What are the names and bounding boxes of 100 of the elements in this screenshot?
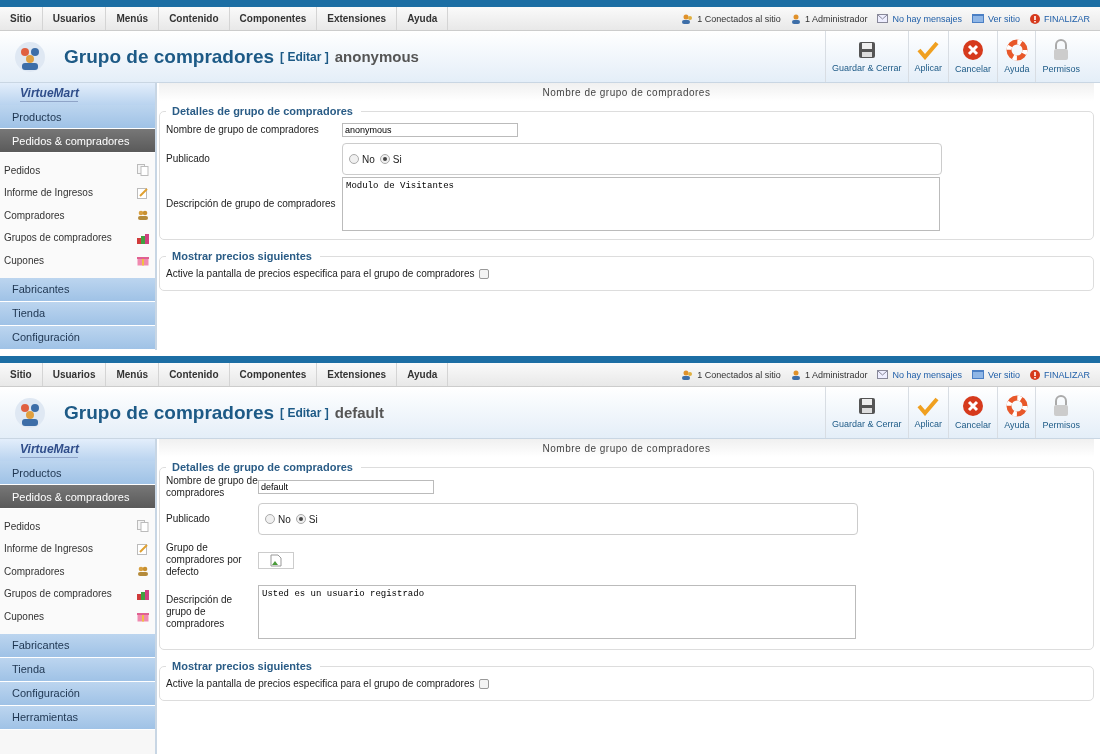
section-title: Mostrar precios siguientes <box>171 250 313 262</box>
toolbar-button[interactable]: Permisos <box>1035 31 1086 82</box>
toolbar-button[interactable]: Aplicar <box>907 387 949 438</box>
toolbar-button[interactable]: Cancelar <box>948 31 998 82</box>
menu-item[interactable]: Sitio <box>0 7 43 30</box>
sidebar-item[interactable]: Fabricantes <box>0 277 155 302</box>
sidebar-item[interactable]: Pedidos & compradores <box>0 485 155 509</box>
record-name: anonymous <box>334 48 419 65</box>
sidebar-item[interactable]: Productos <box>0 461 155 485</box>
sidebar-link[interactable]: Grupos de compradores <box>0 226 155 249</box>
menu-item[interactable]: Usuarios <box>42 7 107 30</box>
sidebar-item[interactable]: Fabricantes <box>0 633 155 658</box>
lifebuoy-icon <box>1005 395 1028 417</box>
menu-item[interactable]: Sitio <box>0 363 43 386</box>
sidebar-link[interactable]: Compradores <box>0 560 155 583</box>
cancel-icon <box>962 39 985 61</box>
sidebar-link[interactable]: Grupos de compradores <box>0 582 155 605</box>
toolbar-button[interactable]: Ayuda <box>997 31 1036 82</box>
menu-item[interactable]: Menús <box>106 363 160 386</box>
status-link[interactable]: No hay mensajes <box>877 13 962 24</box>
pages-icon <box>137 520 149 533</box>
status-link[interactable]: 1 Administrador <box>790 369 868 380</box>
alert-icon <box>1030 369 1040 380</box>
sidebar-link[interactable]: Pedidos <box>0 515 155 538</box>
status-link[interactable]: Ver sitio <box>971 13 1020 24</box>
toolbar-button[interactable]: Ayuda <box>997 387 1036 438</box>
edit-tag: [ Editar ] <box>280 405 329 420</box>
sidebar-item[interactable]: Herramientas <box>0 705 155 730</box>
page-title: Grupo de compradores <box>64 45 275 68</box>
toolbar-button[interactable]: Cancelar <box>948 387 998 438</box>
status-link[interactable]: Ver sitio <box>971 369 1020 380</box>
field-label: Active la pantalla de precios especifica para el grupo de compradores <box>166 268 475 280</box>
radio-button[interactable] <box>349 154 359 164</box>
menu-item[interactable]: Extensiones <box>317 363 398 386</box>
status-link[interactable]: FINALIZAR <box>1030 13 1090 24</box>
tab-title: Nombre de grupo de compradores <box>542 442 711 454</box>
sidebar-item[interactable]: Configuración <box>0 325 155 350</box>
input-field[interactable]: default <box>258 480 434 494</box>
status-link[interactable]: 1 Conectados al sitio <box>682 13 781 24</box>
sidebar-link[interactable]: Cupones <box>0 605 155 628</box>
cancel-icon <box>962 395 985 417</box>
gift-icon <box>137 254 149 267</box>
record-name: default <box>334 404 384 421</box>
alert-icon <box>1030 13 1040 24</box>
toolbar-button[interactable]: Guardar & Cerrar <box>825 387 908 438</box>
radio-button[interactable] <box>379 154 390 164</box>
toolbar-button[interactable]: Permisos <box>1035 387 1086 438</box>
menu-item[interactable]: Componentes <box>229 363 318 386</box>
user-icon <box>790 369 801 380</box>
sidebar-item[interactable]: Tienda <box>0 657 155 682</box>
radio-label: Si <box>308 513 318 525</box>
menu-item[interactable]: Ayuda <box>397 363 449 386</box>
sidebar-link[interactable]: Cupones <box>0 249 155 272</box>
radio-label: No <box>278 513 291 525</box>
sidebar-item[interactable]: Tienda <box>0 301 155 326</box>
users-icon <box>682 13 694 24</box>
text-area[interactable]: Usted es un usuario registrado <box>258 585 856 639</box>
status-link[interactable]: 1 Administrador <box>790 13 868 24</box>
note-icon <box>137 542 149 555</box>
input-field[interactable]: anonymous <box>342 123 518 137</box>
checkbox[interactable] <box>478 269 489 279</box>
sidebar-item[interactable]: Pedidos & compradores <box>0 129 155 153</box>
lifebuoy-icon <box>1005 39 1028 61</box>
status-link[interactable]: 1 Conectados al sitio <box>682 369 781 380</box>
sidebar-link[interactable]: Pedidos <box>0 159 155 182</box>
page-title: Grupo de compradores <box>64 401 275 424</box>
text-area[interactable]: Modulo de Visitantes <box>342 177 940 231</box>
field-label: Descripción de grupo de compradores <box>166 594 234 630</box>
menu-item[interactable]: Contenido <box>159 7 230 30</box>
screen-icon <box>971 14 984 23</box>
sidebar-link[interactable]: Compradores <box>0 204 155 227</box>
tab-title: Nombre de grupo de compradores <box>542 86 711 98</box>
checkbox[interactable] <box>478 679 489 689</box>
radio-button[interactable] <box>265 514 275 524</box>
people-group-icon <box>14 40 46 73</box>
field-label: Nombre de grupo de compradores <box>166 475 258 499</box>
field-label: Publicado <box>166 153 211 165</box>
edit-tag: [ Editar ] <box>280 49 329 64</box>
sidebar-link[interactable]: Informe de Ingresos <box>0 181 155 204</box>
lock-icon <box>1052 39 1071 61</box>
menu-item[interactable]: Menús <box>106 7 160 30</box>
status-link[interactable]: No hay mensajes <box>877 369 962 380</box>
radio-button[interactable] <box>295 514 306 524</box>
menu-item[interactable]: Extensiones <box>317 7 398 30</box>
field-label: Publicado <box>166 513 211 525</box>
menu-item[interactable]: Contenido <box>159 363 230 386</box>
save-icon <box>856 40 877 60</box>
menu-item[interactable]: Componentes <box>229 7 318 30</box>
field-label: Grupo de compradores por defecto <box>166 542 243 578</box>
note-icon <box>137 186 149 199</box>
lock-icon <box>1052 395 1071 417</box>
section-title: Detalles de grupo de compradores <box>171 461 354 473</box>
status-link[interactable]: FINALIZAR <box>1030 369 1090 380</box>
toolbar-button[interactable]: Guardar & Cerrar <box>825 31 908 82</box>
menu-item[interactable]: Usuarios <box>42 363 107 386</box>
sidebar-link[interactable]: Informe de Ingresos <box>0 537 155 560</box>
sidebar-item[interactable]: Productos <box>0 105 155 129</box>
sidebar-item[interactable]: Configuración <box>0 681 155 706</box>
menu-item[interactable]: Ayuda <box>397 7 449 30</box>
toolbar-button[interactable]: Aplicar <box>907 31 949 82</box>
